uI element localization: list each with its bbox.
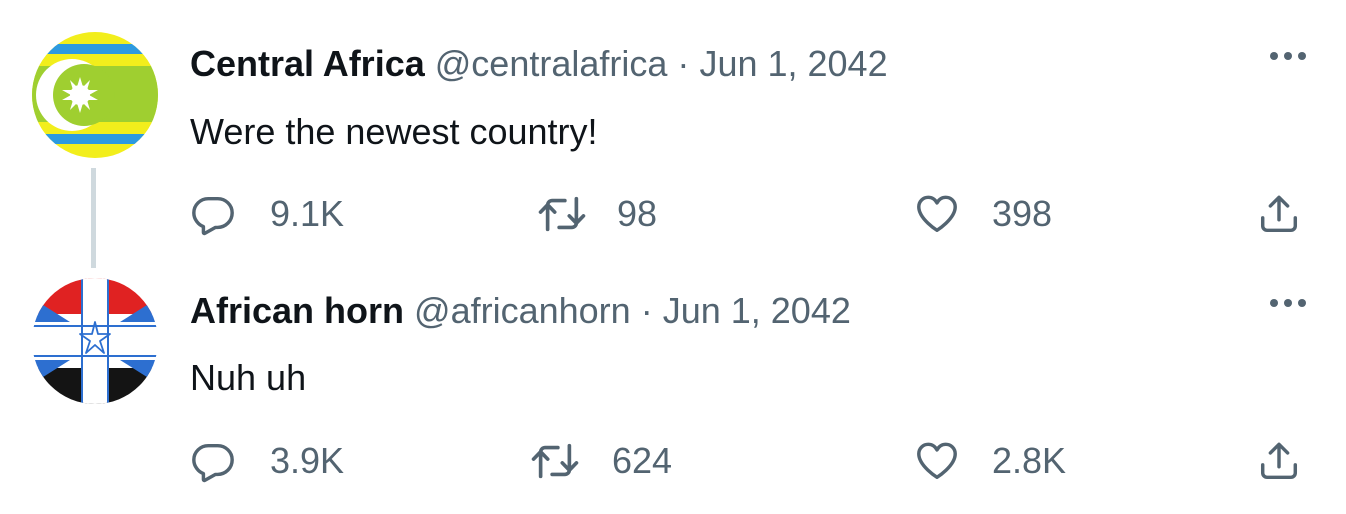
tweet-date[interactable]: Jun 1, 2042 — [663, 290, 851, 331]
reply-count: 9.1K — [270, 193, 345, 234]
flag-avatar-african-horn — [32, 278, 158, 404]
avatar[interactable] — [32, 278, 158, 404]
retweet-button[interactable]: 624 — [530, 437, 672, 485]
share-icon — [1260, 195, 1298, 233]
heart-icon — [917, 442, 957, 480]
handle[interactable]: @africanhorn — [414, 290, 631, 331]
heart-icon — [917, 195, 957, 233]
separator: · — [640, 290, 653, 331]
flag-avatar-central-africa — [32, 32, 158, 158]
like-button[interactable]: 398 — [914, 190, 1052, 238]
tweet-date[interactable]: Jun 1, 2042 — [699, 43, 887, 84]
reply-button[interactable]: 3.9K — [190, 437, 344, 485]
reply-icon — [192, 443, 234, 483]
more-icon — [1270, 299, 1306, 307]
like-button[interactable]: 2.8K — [914, 437, 1066, 485]
tweet-header: African horn @africanhorn · Jun 1, 2042 — [190, 291, 851, 331]
share-icon — [1260, 442, 1298, 480]
reply-count: 3.9K — [270, 440, 345, 481]
tweet-header: Central Africa @centralafrica · Jun 1, 2… — [190, 44, 888, 84]
retweet-count: 98 — [617, 193, 658, 234]
avatar[interactable] — [32, 32, 158, 158]
retweet-icon — [531, 443, 579, 479]
tweet-text: Were the newest country! — [190, 111, 598, 152]
reply-button[interactable]: 9.1K — [190, 190, 344, 238]
more-options-button[interactable] — [1266, 293, 1310, 313]
separator: · — [677, 43, 690, 84]
display-name[interactable]: Central Africa — [190, 43, 425, 84]
retweet-count: 624 — [612, 440, 673, 481]
like-count: 398 — [992, 193, 1053, 234]
more-icon — [1270, 52, 1306, 60]
share-button[interactable] — [1256, 190, 1302, 238]
retweet-button[interactable]: 98 — [537, 190, 657, 238]
handle[interactable]: @centralafrica — [435, 43, 668, 84]
more-options-button[interactable] — [1266, 46, 1310, 66]
display-name[interactable]: African horn — [190, 290, 404, 331]
thread-line — [91, 168, 96, 268]
tweet-text: Nuh uh — [190, 357, 307, 398]
reply-icon — [192, 196, 234, 236]
like-count: 2.8K — [992, 440, 1067, 481]
retweet-icon — [538, 196, 586, 232]
share-button[interactable] — [1256, 437, 1302, 485]
